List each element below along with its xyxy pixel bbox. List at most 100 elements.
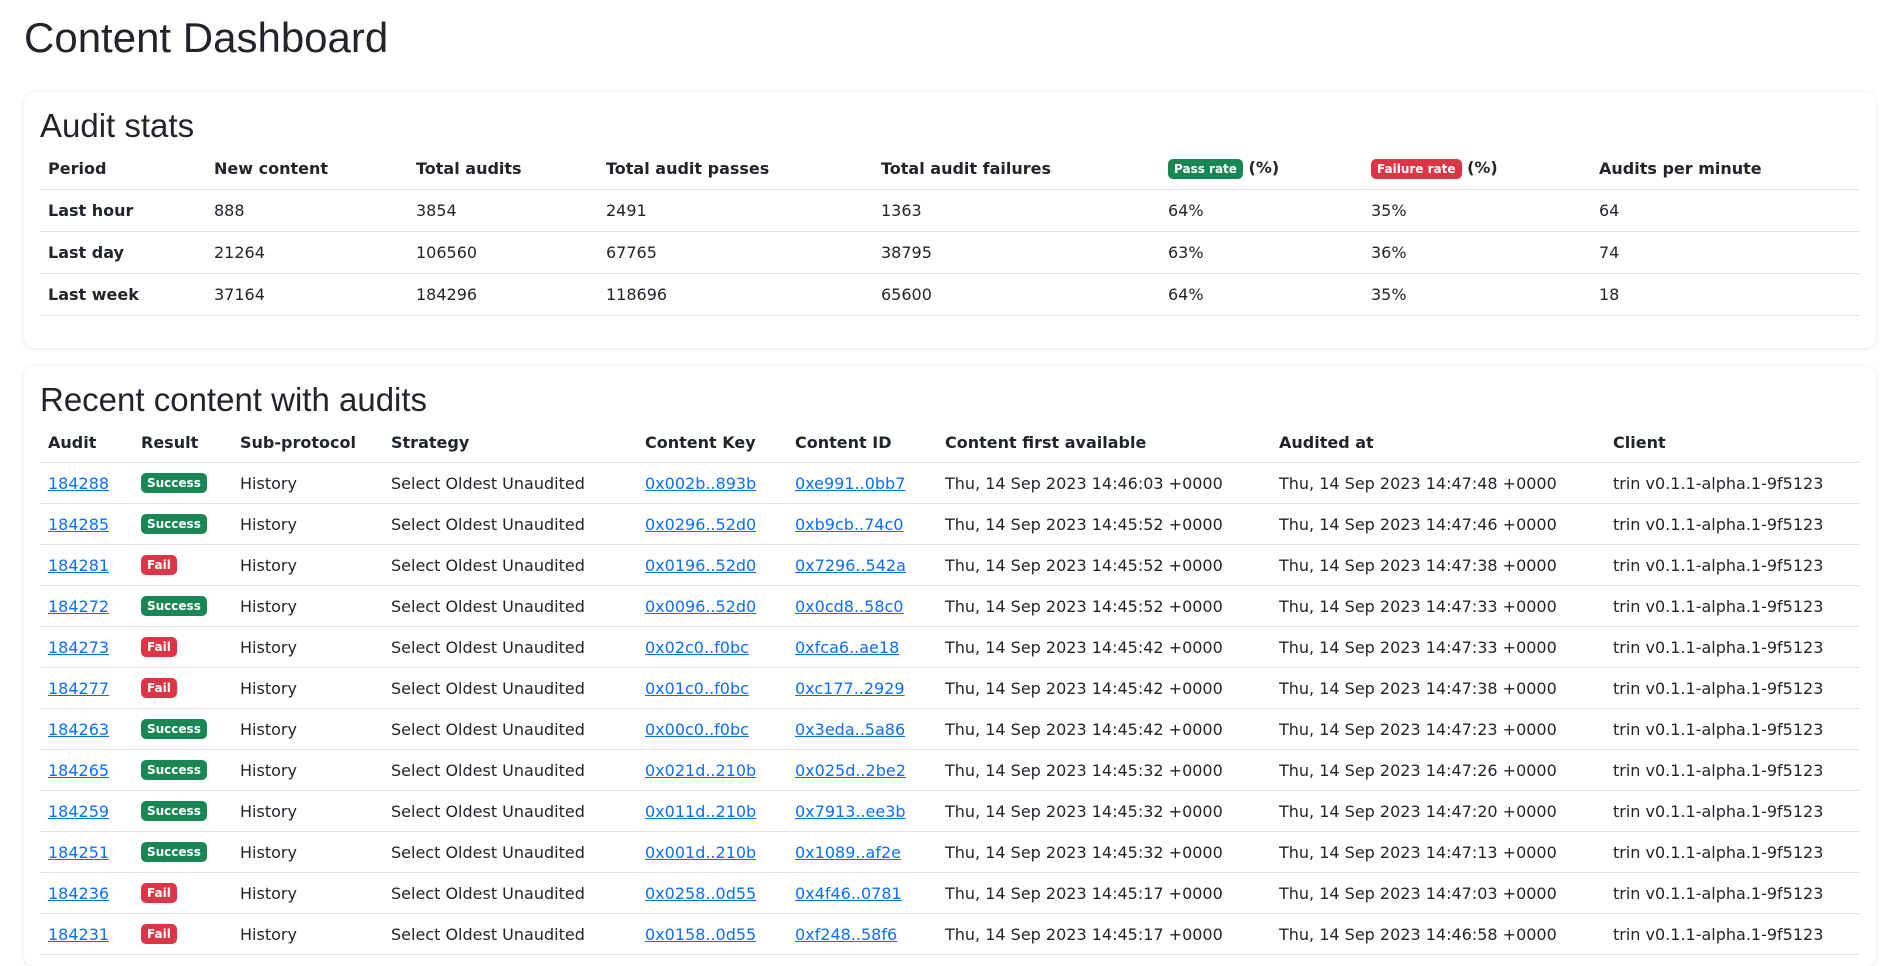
stats-failure-rate-cell: 35% (1363, 273, 1591, 316)
content-id-link[interactable]: 0xfca6..ae18 (795, 638, 899, 657)
result-badge: Success (141, 514, 207, 535)
content-id-link[interactable]: 0xc177..2929 (795, 679, 905, 698)
content-id-link[interactable]: 0x025d..2be2 (795, 761, 906, 780)
audit-cell: 184236 (40, 872, 133, 914)
failure-rate-badge: Failure rate (1371, 158, 1462, 179)
audit-link[interactable]: 184259 (48, 802, 109, 821)
result-badge: Fail (141, 678, 177, 699)
content-id-link[interactable]: 0x3eda..5a86 (795, 720, 905, 739)
content-key-link[interactable]: 0x02c0..f0bc (645, 638, 749, 657)
content-key-link[interactable]: 0x0096..52d0 (645, 597, 756, 616)
content-key-link[interactable]: 0x002b..893b (645, 474, 756, 493)
strategy-cell: Select Oldest Unaudited (383, 585, 637, 627)
content-id-link[interactable]: 0xf248..58f6 (795, 925, 897, 944)
content-id-link[interactable]: 0x1089..af2e (795, 843, 901, 862)
audit-link[interactable]: 184231 (48, 925, 109, 944)
content-key-link[interactable]: 0x00c0..f0bc (645, 720, 749, 739)
stats-passes-cell: 118696 (598, 273, 873, 316)
audit-link[interactable]: 184265 (48, 761, 109, 780)
content-key-cell: 0x0296..52d0 (637, 503, 787, 545)
pass-rate-badge: Pass rate (1168, 158, 1243, 179)
stats-total-audits-cell: 3854 (408, 189, 598, 232)
content-id-cell: 0x0cd8..58c0 (787, 585, 937, 627)
table-row: 184263 Success History Select Oldest Unaudi… (40, 708, 1860, 750)
subprotocol-cell: History (232, 831, 383, 873)
content-key-link[interactable]: 0x0258..0d55 (645, 884, 756, 903)
stats-row: Last week 37164 184296 118696 65600 64% 35% 18 (40, 273, 1860, 316)
content-key-cell: 0x002b..893b (637, 462, 787, 504)
stats-new-content-cell: 21264 (206, 231, 408, 274)
audit-link[interactable]: 184263 (48, 720, 109, 739)
first-available-cell: Thu, 14 Sep 2023 14:45:52 +0000 (937, 544, 1271, 586)
table-row: 184231 Fail History Select Oldest Unaudited… (40, 913, 1860, 955)
strategy-cell: Select Oldest Unaudited (383, 462, 637, 504)
content-key-link[interactable]: 0x021d..210b (645, 761, 756, 780)
header-period: Period (40, 148, 206, 190)
content-id-cell: 0xf248..58f6 (787, 913, 937, 955)
subprotocol-cell: History (232, 790, 383, 832)
strategy-cell: Select Oldest Unaudited (383, 626, 637, 668)
audited-at-cell: Thu, 14 Sep 2023 14:47:20 +0000 (1271, 790, 1605, 832)
strategy-cell: Select Oldest Unaudited (383, 749, 637, 791)
audit-link[interactable]: 184251 (48, 843, 109, 862)
result-cell: Fail (133, 667, 232, 709)
audit-cell: 184231 (40, 913, 133, 955)
stats-row: Last hour 888 3854 2491 1363 64% 35% 64 (40, 189, 1860, 232)
content-key-link[interactable]: 0x001d..210b (645, 843, 756, 862)
header-first-available: Content first available (937, 422, 1271, 463)
header-audits-per-minute: Audits per minute (1591, 148, 1860, 190)
header-strategy: Strategy (383, 422, 637, 463)
table-row: 184273 Fail History Select Oldest Unaudited… (40, 626, 1860, 668)
table-row: 184259 Success History Select Oldest Unaudi… (40, 790, 1860, 832)
content-key-link[interactable]: 0x01c0..f0bc (645, 679, 749, 698)
recent-content-title: Recent content with audits (40, 381, 428, 418)
content-id-link[interactable]: 0x7296..542a (795, 556, 906, 575)
content-key-cell: 0x02c0..f0bc (637, 626, 787, 668)
stats-passes-cell: 2491 (598, 189, 873, 232)
subprotocol-cell: History (232, 585, 383, 627)
first-available-cell: Thu, 14 Sep 2023 14:45:17 +0000 (937, 872, 1271, 914)
client-cell: trin v0.1.1-alpha.1-9f5123 (1605, 667, 1860, 709)
header-audited-at: Audited at (1271, 422, 1605, 463)
audit-stats-table: Period New content Total audits Total au… (40, 148, 1860, 316)
subprotocol-cell: History (232, 708, 383, 750)
strategy-cell: Select Oldest Unaudited (383, 872, 637, 914)
audited-at-cell: Thu, 14 Sep 2023 14:47:48 +0000 (1271, 462, 1605, 504)
content-id-link[interactable]: 0x4f46..0781 (795, 884, 902, 903)
audited-at-cell: Thu, 14 Sep 2023 14:47:33 +0000 (1271, 585, 1605, 627)
stats-passes-cell: 67765 (598, 231, 873, 274)
stats-failure-rate-cell: 35% (1363, 189, 1591, 232)
content-id-link[interactable]: 0x0cd8..58c0 (795, 597, 903, 616)
content-key-link[interactable]: 0x0158..0d55 (645, 925, 756, 944)
result-badge: Fail (141, 555, 177, 576)
content-key-link[interactable]: 0x0196..52d0 (645, 556, 756, 575)
audited-at-cell: Thu, 14 Sep 2023 14:47:33 +0000 (1271, 626, 1605, 668)
content-key-link[interactable]: 0x011d..210b (645, 802, 756, 821)
client-cell: trin v0.1.1-alpha.1-9f5123 (1605, 503, 1860, 545)
audit-link[interactable]: 184273 (48, 638, 109, 657)
strategy-cell: Select Oldest Unaudited (383, 667, 637, 709)
audited-at-cell: Thu, 14 Sep 2023 14:47:46 +0000 (1271, 503, 1605, 545)
audit-link[interactable]: 184285 (48, 515, 109, 534)
client-cell: trin v0.1.1-alpha.1-9f5123 (1605, 708, 1860, 750)
audit-link[interactable]: 184281 (48, 556, 109, 575)
content-id-link[interactable]: 0xe991..0bb7 (795, 474, 905, 493)
subprotocol-cell: History (232, 544, 383, 586)
result-cell: Fail (133, 913, 232, 955)
audit-link[interactable]: 184277 (48, 679, 109, 698)
audit-link[interactable]: 184272 (48, 597, 109, 616)
content-id-link[interactable]: 0x7913..ee3b (795, 802, 906, 821)
header-new-content: New content (206, 148, 408, 190)
content-key-link[interactable]: 0x0296..52d0 (645, 515, 756, 534)
stats-period-cell: Last day (40, 231, 206, 274)
content-id-link[interactable]: 0xb9cb..74c0 (795, 515, 903, 534)
stats-failures-cell: 38795 (873, 231, 1160, 274)
result-badge: Success (141, 801, 207, 822)
header-client: Client (1605, 422, 1860, 463)
client-cell: trin v0.1.1-alpha.1-9f5123 (1605, 544, 1860, 586)
strategy-cell: Select Oldest Unaudited (383, 831, 637, 873)
audit-cell: 184263 (40, 708, 133, 750)
audit-link[interactable]: 184236 (48, 884, 109, 903)
audit-link[interactable]: 184288 (48, 474, 109, 493)
stats-failures-cell: 1363 (873, 189, 1160, 232)
